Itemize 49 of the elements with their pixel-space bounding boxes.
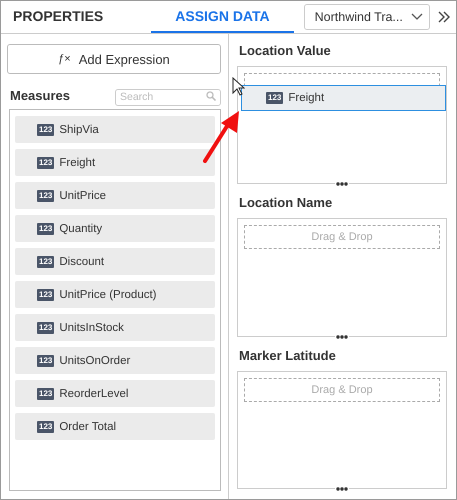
measure-item[interactable]: 123 Order Total bbox=[15, 413, 215, 440]
measures-title: Measures bbox=[10, 88, 70, 103]
number-badge: 123 bbox=[37, 124, 54, 136]
number-badge: 123 bbox=[37, 420, 54, 432]
number-badge: 123 bbox=[37, 354, 54, 366]
slot-title: Location Value bbox=[239, 43, 332, 58]
more-icon[interactable] bbox=[335, 334, 349, 340]
measure-label: UnitsOnOrder bbox=[59, 354, 130, 366]
measure-item[interactable]: 123 UnitPrice (Product) bbox=[15, 281, 215, 308]
number-badge: 123 bbox=[37, 156, 54, 168]
tab[interactable]: ASSIGN DATA bbox=[151, 1, 294, 33]
number-badge: 123 bbox=[37, 222, 54, 234]
chevron-down-icon bbox=[410, 13, 423, 21]
more-icon[interactable] bbox=[335, 486, 349, 492]
datasource-dropdown[interactable]: Northwind Tra... bbox=[304, 4, 430, 30]
measure-label: UnitsInStock bbox=[59, 322, 124, 334]
measure-item[interactable]: 123 ShipVia bbox=[15, 116, 215, 143]
tab[interactable]: PROPERTIES bbox=[1, 1, 116, 33]
add-expression-button[interactable]: ƒ× Add Expression bbox=[7, 44, 221, 74]
slot-title: Marker Latitude bbox=[239, 348, 337, 363]
measure-label: Freight bbox=[59, 156, 96, 168]
slot-title: Location Name bbox=[239, 195, 334, 210]
measure-item[interactable]: 123 UnitsOnOrder bbox=[15, 347, 215, 374]
measure-item[interactable]: 123 Discount bbox=[15, 248, 215, 275]
measure-label: Order Total bbox=[59, 420, 116, 432]
search-field[interactable]: Search bbox=[115, 88, 221, 106]
measure-label: ReorderLevel bbox=[59, 388, 128, 400]
number-badge: 123 bbox=[37, 256, 54, 268]
measure-label: Discount bbox=[59, 256, 104, 268]
search-icon bbox=[206, 91, 216, 101]
measure-item[interactable]: 123 Freight bbox=[15, 149, 215, 176]
measure-item[interactable]: 123 UnitsInStock bbox=[15, 314, 215, 341]
measure-label: Quantity bbox=[59, 222, 102, 234]
number-badge: 123 bbox=[266, 92, 284, 104]
measure-item[interactable]: 123 ReorderLevel bbox=[15, 380, 215, 407]
cursor-icon bbox=[232, 77, 245, 97]
dragged-label: Freight bbox=[288, 92, 324, 104]
number-badge: 123 bbox=[37, 322, 54, 334]
measure-label: UnitPrice (Product) bbox=[59, 288, 156, 300]
measure-label: UnitPrice bbox=[59, 190, 106, 202]
more-icon[interactable] bbox=[335, 181, 349, 188]
number-badge: 123 bbox=[37, 388, 54, 400]
number-badge: 123 bbox=[37, 190, 54, 202]
measure-item[interactable]: 123 UnitPrice bbox=[15, 182, 215, 209]
double-chevron-icon[interactable] bbox=[438, 11, 450, 23]
measure-item[interactable]: 123 Quantity bbox=[15, 215, 215, 242]
dragged-item[interactable]: 123 Freight bbox=[241, 85, 446, 111]
number-badge: 123 bbox=[37, 288, 54, 300]
measure-label: ShipVia bbox=[59, 124, 99, 136]
